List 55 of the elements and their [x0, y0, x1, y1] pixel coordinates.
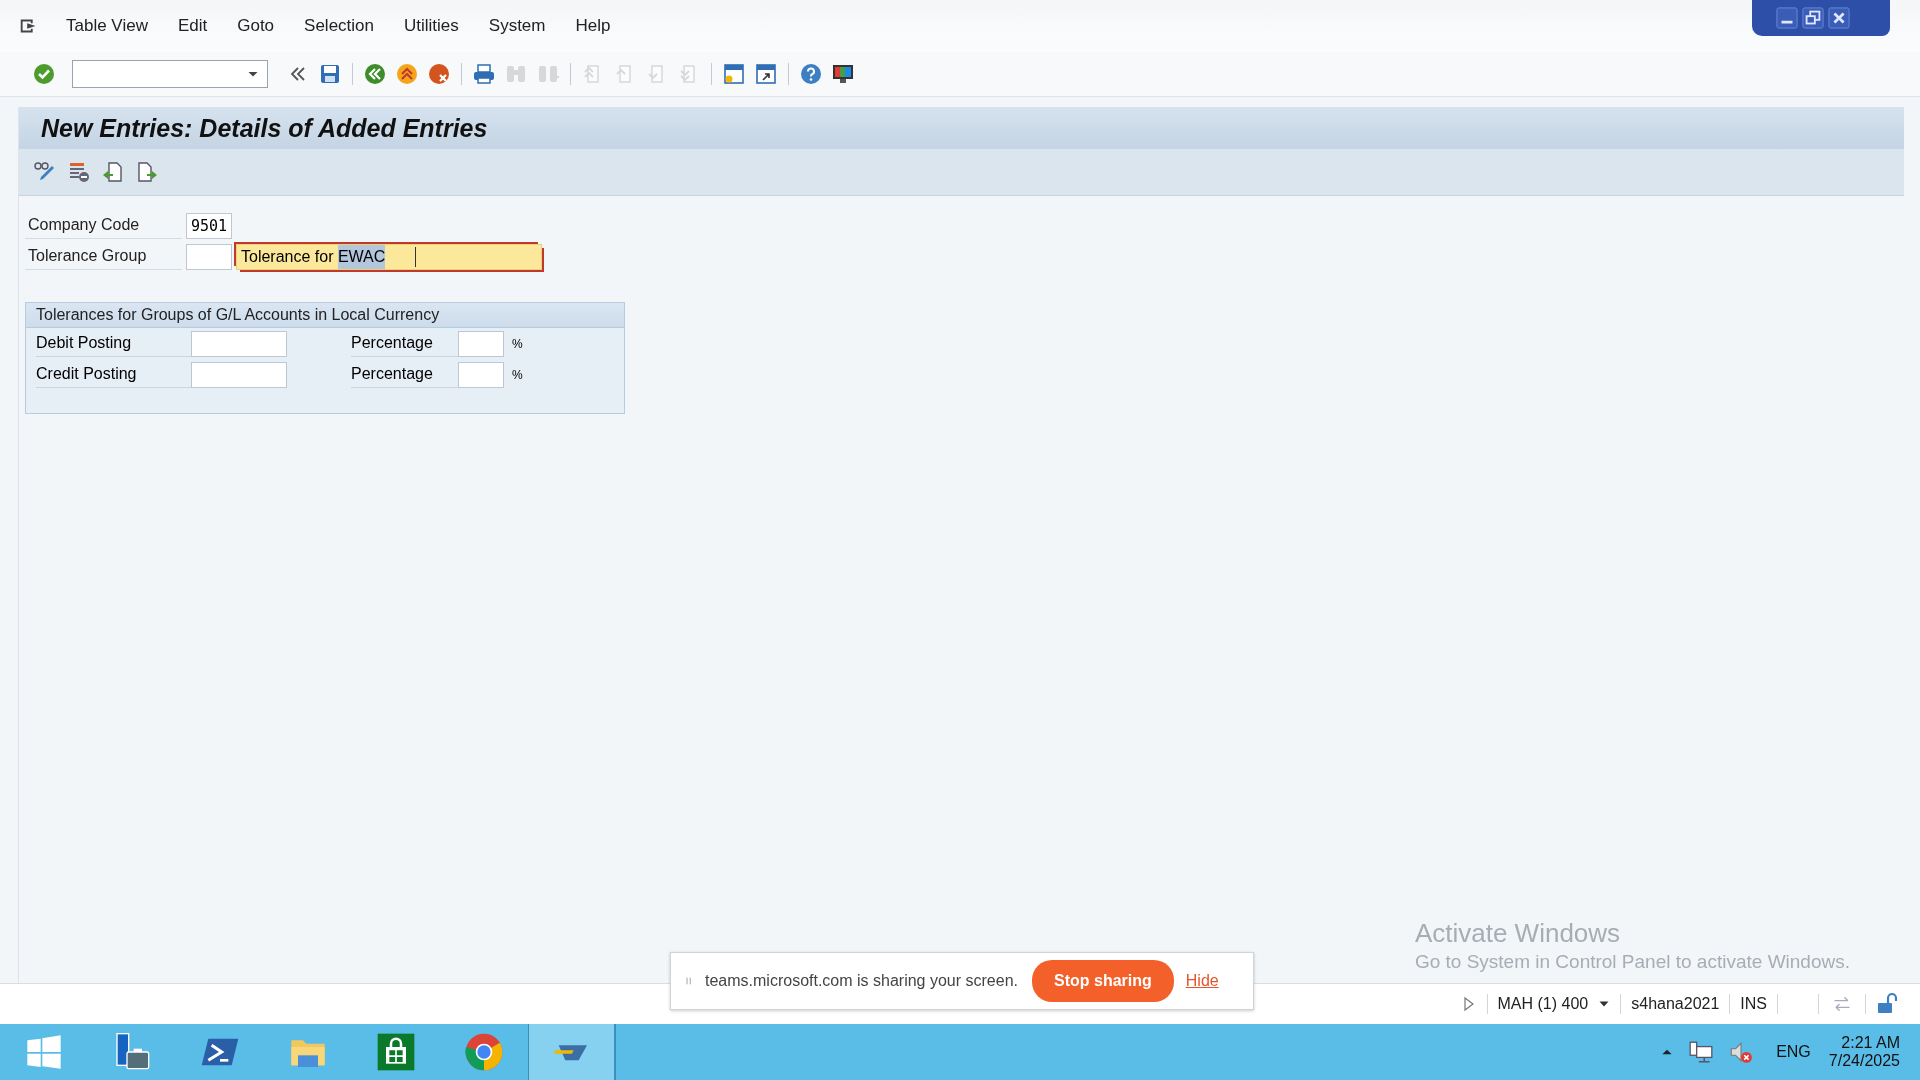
language-indicator[interactable]: ENG [1776, 1043, 1811, 1061]
menu-item[interactable]: System [488, 16, 546, 36]
amount-field[interactable] [191, 361, 287, 388]
clock-time[interactable]: 2:21 AM [1841, 1034, 1900, 1052]
text-cursor [415, 246, 417, 267]
help-icon[interactable] [799, 62, 823, 86]
delete-row-icon[interactable] [67, 160, 91, 184]
unit-label: % [512, 367, 523, 382]
new-window-icon[interactable] [722, 62, 746, 86]
unit-label: % [512, 336, 523, 351]
server-name: s4hana2021 [1631, 995, 1720, 1013]
menu-item[interactable]: Table View [66, 16, 148, 36]
menu-item[interactable]: Help [575, 16, 611, 36]
sharing-message: teams.microsoft.com is sharing your screen. [705, 972, 1018, 990]
save-icon[interactable] [318, 62, 342, 86]
exit-icon[interactable] [395, 62, 419, 86]
store-icon [376, 1032, 416, 1072]
printer-icon[interactable] [472, 62, 496, 86]
next-entry-icon[interactable] [135, 160, 159, 184]
screen-title: New Entries: Details of Added Entries [41, 113, 488, 143]
menu-item[interactable]: Edit [177, 16, 208, 36]
check-icon[interactable] [32, 62, 56, 86]
browser-icon [464, 1032, 504, 1072]
muted-speaker-icon[interactable] [1728, 1039, 1755, 1065]
hide-link[interactable]: Hide [1185, 972, 1219, 990]
group-box-title: Tolerances for Groups of G/L Accounts in Local Currency [26, 303, 624, 328]
menu-item[interactable]: Selection [304, 16, 374, 36]
field-label: Company Code [25, 212, 182, 239]
command-field[interactable] [72, 60, 268, 88]
close-button[interactable] [1828, 7, 1850, 29]
previous-entry-icon[interactable] [101, 160, 125, 184]
clock-date[interactable]: 7/24/2025 [1828, 1052, 1900, 1070]
restore-button[interactable] [1802, 7, 1824, 29]
lock-icon[interactable] [1876, 992, 1900, 1016]
network-icon[interactable] [1688, 1039, 1715, 1065]
activation-text: Go to System in Control Panel to activate Windows. [1414, 951, 1850, 973]
amount-field[interactable] [191, 330, 287, 357]
minimize-button[interactable] [1776, 7, 1798, 29]
percentage-field[interactable] [458, 330, 504, 357]
description-field[interactable]: Tolerance for EWAC [236, 243, 542, 270]
company-code-field[interactable]: 9501 [186, 212, 232, 239]
shortcut-icon[interactable] [754, 62, 778, 86]
cancel-icon[interactable] [427, 62, 451, 86]
percentage-field[interactable] [458, 361, 504, 388]
menu-item[interactable]: Utilities [404, 16, 459, 36]
taskbar-button[interactable] [528, 1024, 616, 1080]
insert-mode: INS [1740, 995, 1767, 1013]
system-info[interactable]: MAH (1) 400 [1497, 995, 1589, 1013]
windows-logo-icon [24, 1032, 64, 1072]
menu-item[interactable]: Goto [237, 16, 275, 36]
monitor-icon[interactable] [831, 62, 855, 86]
back-icon[interactable] [363, 62, 387, 86]
field-label: Tolerance Group [25, 243, 182, 270]
activation-title: Activate Windows [1414, 918, 1622, 949]
tolerance-group-field[interactable] [186, 243, 232, 270]
